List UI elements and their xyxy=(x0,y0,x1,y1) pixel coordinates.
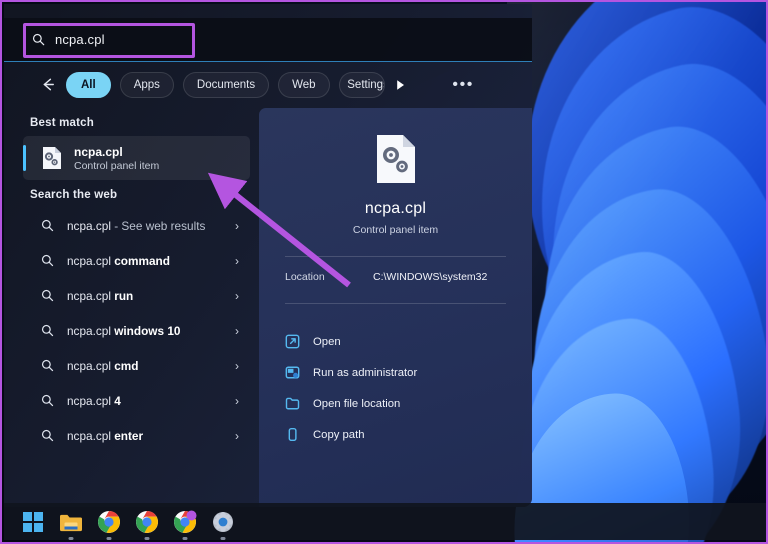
web-suggestion-label: ncpa.cpl - See web results xyxy=(67,218,206,233)
open-file-location-action-button[interactable]: Open file location xyxy=(273,388,518,419)
best-match-labels: ncpa.cpl Control panel item xyxy=(74,145,159,172)
run-as-administrator-action-button[interactable]: Run as administrator xyxy=(273,357,518,388)
settings-button[interactable] xyxy=(210,509,236,540)
start-button[interactable] xyxy=(20,509,46,535)
search-bar[interactable]: ncpa.cpl xyxy=(4,18,532,62)
arrow-left-icon[interactable] xyxy=(40,76,57,93)
control-panel-file-icon xyxy=(376,135,415,183)
web-suggestion-label: ncpa.cpl enter xyxy=(67,428,144,443)
taskbar xyxy=(4,503,766,540)
copy-path-action-button[interactable]: Copy path xyxy=(273,419,518,450)
best-match-header: Best match xyxy=(30,117,94,129)
preview-divider xyxy=(285,256,506,257)
running-indicator xyxy=(106,537,112,540)
web-suggestion-item[interactable]: ncpa.cpl cmd › xyxy=(23,348,250,383)
best-match-result-ncpa-cpl[interactable]: ncpa.cpl Control panel item xyxy=(23,136,250,180)
chrome-icon xyxy=(136,510,158,533)
search-icon xyxy=(41,219,54,232)
shield-admin-icon xyxy=(285,366,300,379)
chrome-icon-badged xyxy=(174,510,197,533)
screen: ncpa.cpl All Apps Documents Web Settings xyxy=(0,0,768,544)
preview-location-value: C:\WINDOWS\system32 xyxy=(373,271,488,283)
search-filter-bar: All Apps Documents Web Settings ••• xyxy=(4,68,532,101)
copy-icon xyxy=(288,427,297,442)
preview-divider xyxy=(285,303,506,304)
chrome-icon xyxy=(98,510,120,533)
arrow-right-icon[interactable] xyxy=(393,78,407,92)
chevron-right-icon[interactable]: › xyxy=(235,220,239,232)
tab-apps[interactable]: Apps xyxy=(119,71,174,98)
web-suggestion-item[interactable]: ncpa.cpl enter › xyxy=(23,418,250,453)
running-indicator xyxy=(182,537,188,540)
folder-icon xyxy=(60,514,82,531)
chevron-right-icon[interactable]: › xyxy=(235,325,239,337)
preview-actions: Open Run as administrator Open file loca… xyxy=(259,326,532,450)
chevron-right-icon[interactable]: › xyxy=(235,255,239,267)
web-suggestion-label: ncpa.cpl 4 xyxy=(67,393,121,408)
web-suggestion-label: ncpa.cpl command xyxy=(67,253,170,268)
search-input[interactable]: ncpa.cpl xyxy=(32,18,532,62)
search-icon xyxy=(41,324,54,337)
result-preview-pane: ncpa.cpl Control panel item Location C:\… xyxy=(259,108,532,507)
web-suggestion-item[interactable]: ncpa.cpl windows 10 › xyxy=(23,313,250,348)
chevron-right-icon[interactable]: › xyxy=(235,290,239,302)
tab-web[interactable]: Web xyxy=(278,71,330,98)
web-suggestions-list: ncpa.cpl - See web results › ncpa.cpl comm… xyxy=(4,208,259,453)
tab-all[interactable]: All xyxy=(66,71,111,98)
search-input-value: ncpa.cpl xyxy=(55,32,105,47)
open-external-icon xyxy=(285,334,300,349)
open-action-button[interactable]: Open xyxy=(273,326,518,357)
chrome-button-1[interactable] xyxy=(96,509,122,540)
search-icon xyxy=(41,254,54,267)
chrome-button-3[interactable] xyxy=(172,509,198,540)
running-indicator xyxy=(144,537,150,540)
gear-icon xyxy=(213,511,233,532)
best-match-title: ncpa.cpl xyxy=(74,144,123,159)
chevron-right-icon[interactable]: › xyxy=(235,430,239,442)
search-the-web-header: Search the web xyxy=(30,189,118,201)
open-action-label: Open xyxy=(313,335,341,348)
chrome-button-2[interactable] xyxy=(134,509,160,540)
tab-documents[interactable]: Documents xyxy=(182,71,270,98)
web-suggestion-item[interactable]: ncpa.cpl - See web results › xyxy=(23,208,250,243)
web-suggestion-label: ncpa.cpl windows 10 xyxy=(67,323,181,338)
web-suggestion-label: ncpa.cpl cmd xyxy=(67,358,139,373)
running-indicator xyxy=(68,537,74,540)
chevron-right-icon[interactable]: › xyxy=(235,360,239,372)
best-match-subtitle: Control panel item xyxy=(74,159,160,172)
web-suggestion-item[interactable]: ncpa.cpl command › xyxy=(23,243,250,278)
search-icon xyxy=(32,33,45,46)
search-flyout-panel: ncpa.cpl All Apps Documents Web Settings xyxy=(4,4,532,507)
tab-settings[interactable]: Settings xyxy=(338,71,385,98)
preview-location-row: Location C:\WINDOWS\system32 xyxy=(285,271,506,283)
run-as-administrator-action-label: Run as administrator xyxy=(313,366,418,379)
web-suggestion-label: ncpa.cpl run xyxy=(67,288,134,303)
search-results-list: Best match ncpa.cpl Control panel item S… xyxy=(4,108,259,507)
web-suggestion-item[interactable]: ncpa.cpl 4 › xyxy=(23,383,250,418)
preview-location-label: Location xyxy=(285,271,325,283)
file-explorer-button[interactable] xyxy=(58,509,84,540)
ellipsis-icon[interactable]: ••• xyxy=(452,76,474,92)
folder-icon xyxy=(285,397,300,410)
preview-subtitle: Control panel item xyxy=(352,224,439,236)
windows-logo-icon xyxy=(23,511,43,532)
web-suggestion-item[interactable]: ncpa.cpl run › xyxy=(23,278,250,313)
control-panel-file-icon xyxy=(43,147,61,169)
search-icon xyxy=(41,429,54,442)
open-file-location-action-label: Open file location xyxy=(313,397,401,410)
search-icon xyxy=(41,394,54,407)
search-icon xyxy=(41,359,54,372)
copy-path-action-label: Copy path xyxy=(313,428,365,441)
running-indicator xyxy=(220,537,226,540)
chevron-right-icon[interactable]: › xyxy=(235,395,239,407)
search-icon xyxy=(41,289,54,302)
preview-title: ncpa.cpl xyxy=(364,200,427,217)
